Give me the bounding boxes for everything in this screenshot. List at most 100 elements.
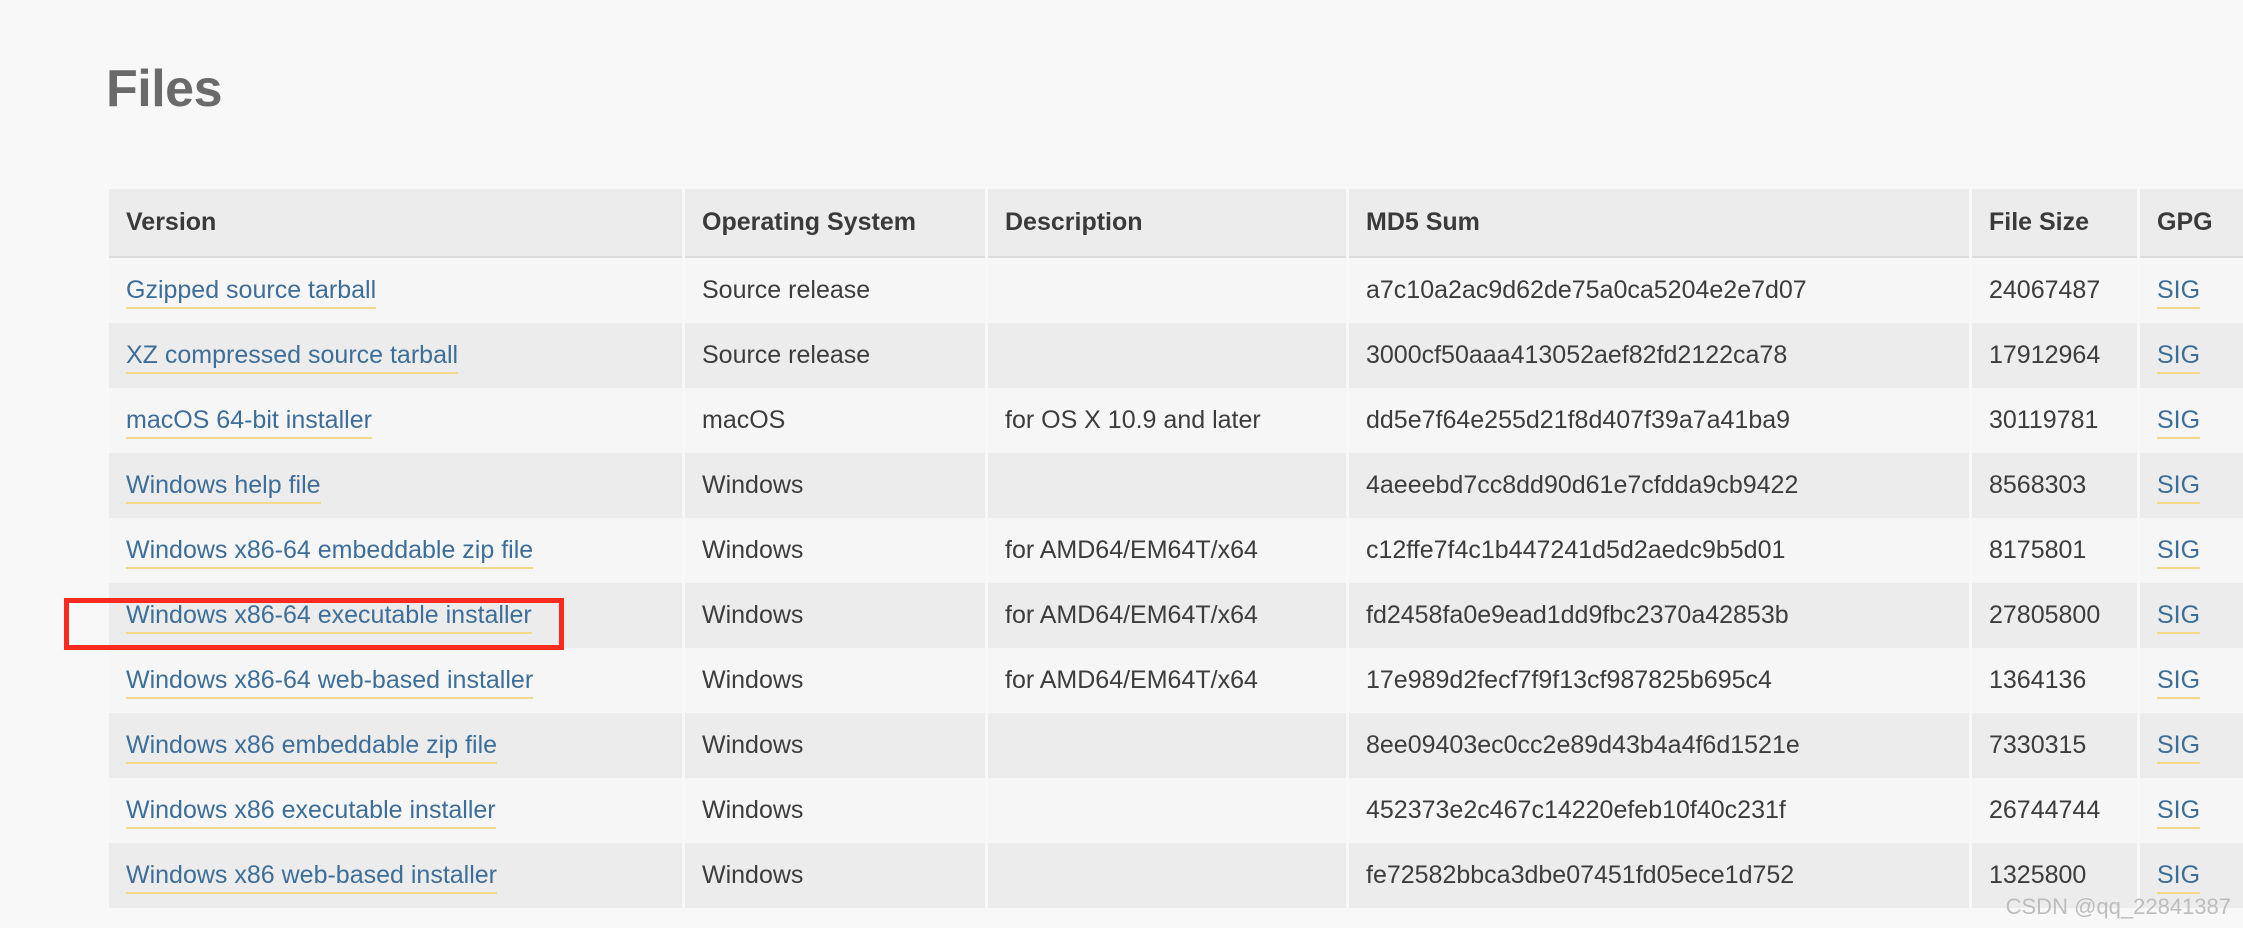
download-link[interactable]: Windows x86-64 executable installer: [126, 601, 532, 634]
cell-gpg: SIG: [2140, 778, 2243, 843]
cell-md5-sum: fe72582bbca3dbe07451fd05ece1d752: [1349, 843, 1969, 908]
cell-file-size: 24067487: [1972, 258, 2137, 323]
download-link[interactable]: macOS 64-bit installer: [126, 406, 372, 439]
cell-description: for AMD64/EM64T/x64: [988, 583, 1346, 648]
files-page: Files Version Operating System Descripti…: [0, 0, 2243, 928]
cell-description: for AMD64/EM64T/x64: [988, 648, 1346, 713]
table-row: Windows x86-64 executable installer Windo…: [109, 583, 2243, 648]
sig-link[interactable]: SIG: [2157, 341, 2201, 374]
cell-version: Gzipped source tarball: [109, 258, 682, 323]
table-row: Gzipped source tarball Source release a7c1…: [109, 258, 2243, 323]
cell-description: [988, 778, 1346, 843]
cell-gpg: SIG: [2140, 388, 2243, 453]
cell-md5-sum: fd2458fa0e9ead1dd9fbc2370a42853b: [1349, 583, 1969, 648]
page-title: Files: [106, 60, 223, 118]
cell-operating-system: Source release: [685, 323, 985, 388]
cell-md5-sum: c12ffe7f4c1b447241d5d2aedc9b5d01: [1349, 518, 1969, 583]
cell-operating-system: Windows: [685, 843, 985, 908]
cell-gpg: SIG: [2140, 258, 2243, 323]
sig-link[interactable]: SIG: [2157, 666, 2201, 699]
sig-link[interactable]: SIG: [2157, 796, 2201, 829]
cell-description: [988, 258, 1346, 323]
cell-description: [988, 323, 1346, 388]
cell-gpg: SIG: [2140, 453, 2243, 518]
sig-link[interactable]: SIG: [2157, 471, 2201, 504]
cell-md5-sum: 3000cf50aaa413052aef82fd2122ca78: [1349, 323, 1969, 388]
sig-link[interactable]: SIG: [2157, 406, 2201, 439]
cell-operating-system: Windows: [685, 648, 985, 713]
cell-md5-sum: 4aeeebd7cc8dd90d61e7cfdda9cb9422: [1349, 453, 1969, 518]
download-link[interactable]: Windows x86-64 web-based installer: [126, 666, 534, 699]
cell-version: Windows x86 embeddable zip file: [109, 713, 682, 778]
cell-version: XZ compressed source tarball: [109, 323, 682, 388]
column-header-gpg: GPG: [2140, 189, 2243, 258]
cell-file-size: 26744744: [1972, 778, 2137, 843]
download-link[interactable]: Windows help file: [126, 471, 321, 504]
files-table-container: Version Operating System Description MD5…: [106, 189, 2243, 908]
table-row: Windows help file Windows 4aeeebd7cc8dd90d…: [109, 453, 2243, 518]
download-link[interactable]: Windows x86-64 embeddable zip file: [126, 536, 534, 569]
cell-md5-sum: a7c10a2ac9d62de75a0ca5204e2e7d07: [1349, 258, 1969, 323]
sig-link[interactable]: SIG: [2157, 276, 2201, 309]
cell-operating-system: Windows: [685, 713, 985, 778]
table-row: Windows x86-64 web-based installer Window…: [109, 648, 2243, 713]
download-link[interactable]: Windows x86 web-based installer: [126, 861, 498, 894]
cell-md5-sum: 452373e2c467c14220efeb10f40c231f: [1349, 778, 1969, 843]
cell-file-size: 8568303: [1972, 453, 2137, 518]
sig-link[interactable]: SIG: [2157, 731, 2201, 764]
cell-operating-system: Windows: [685, 778, 985, 843]
cell-operating-system: macOS: [685, 388, 985, 453]
sig-link[interactable]: SIG: [2157, 536, 2201, 569]
cell-description: [988, 453, 1346, 518]
download-link[interactable]: Windows x86 embeddable zip file: [126, 731, 498, 764]
cell-description: [988, 713, 1346, 778]
column-header-md5: MD5 Sum: [1349, 189, 1969, 258]
cell-file-size: 8175801: [1972, 518, 2137, 583]
cell-operating-system: Windows: [685, 518, 985, 583]
table-row: Windows x86-64 embeddable zip file Window…: [109, 518, 2243, 583]
table-row: Windows x86 embeddable zip file Windows 8e…: [109, 713, 2243, 778]
sig-link[interactable]: SIG: [2157, 861, 2201, 894]
table-header: Version Operating System Description MD5…: [109, 189, 2243, 258]
cell-version: Windows x86-64 web-based installer: [109, 648, 682, 713]
cell-operating-system: Source release: [685, 258, 985, 323]
download-link[interactable]: Gzipped source tarball: [126, 276, 377, 309]
cell-file-size: 7330315: [1972, 713, 2137, 778]
files-table: Version Operating System Description MD5…: [106, 189, 2243, 908]
cell-version: Windows help file: [109, 453, 682, 518]
cell-md5-sum: 17e989d2fecf7f9f13cf987825b695c4: [1349, 648, 1969, 713]
cell-md5-sum: 8ee09403ec0cc2e89d43b4a4f6d1521e: [1349, 713, 1969, 778]
column-header-size: File Size: [1972, 189, 2137, 258]
cell-file-size: 17912964: [1972, 323, 2137, 388]
cell-gpg: SIG: [2140, 518, 2243, 583]
cell-version: Windows x86 web-based installer: [109, 843, 682, 908]
cell-file-size: 1364136: [1972, 648, 2137, 713]
cell-version: Windows x86 executable installer: [109, 778, 682, 843]
cell-file-size: 27805800: [1972, 583, 2137, 648]
column-header-os: Operating System: [685, 189, 985, 258]
cell-file-size: 30119781: [1972, 388, 2137, 453]
cell-gpg: SIG: [2140, 648, 2243, 713]
column-header-description: Description: [988, 189, 1346, 258]
cell-description: for AMD64/EM64T/x64: [988, 518, 1346, 583]
cell-version: Windows x86-64 executable installer: [109, 583, 682, 648]
table-row: Windows x86 web-based installer Windows fe…: [109, 843, 2243, 908]
download-link[interactable]: XZ compressed source tarball: [126, 341, 459, 374]
table-row: macOS 64-bit installer macOS for OS X 10.9…: [109, 388, 2243, 453]
cell-version: Windows x86-64 embeddable zip file: [109, 518, 682, 583]
table-body: Gzipped source tarball Source release a7c1…: [109, 258, 2243, 908]
table-header-row: Version Operating System Description MD5…: [109, 189, 2243, 258]
cell-gpg: SIG: [2140, 583, 2243, 648]
cell-gpg: SIG: [2140, 323, 2243, 388]
sig-link[interactable]: SIG: [2157, 601, 2201, 634]
column-header-version: Version: [109, 189, 682, 258]
download-link[interactable]: Windows x86 executable installer: [126, 796, 496, 829]
cell-gpg: SIG: [2140, 713, 2243, 778]
table-row: Windows x86 executable installer Windows 4…: [109, 778, 2243, 843]
cell-description: [988, 843, 1346, 908]
watermark: CSDN @qq_22841387: [2005, 894, 2231, 919]
cell-version: macOS 64-bit installer: [109, 388, 682, 453]
cell-description: for OS X 10.9 and later: [988, 388, 1346, 453]
cell-operating-system: Windows: [685, 583, 985, 648]
table-row: XZ compressed source tarball Source relea…: [109, 323, 2243, 388]
